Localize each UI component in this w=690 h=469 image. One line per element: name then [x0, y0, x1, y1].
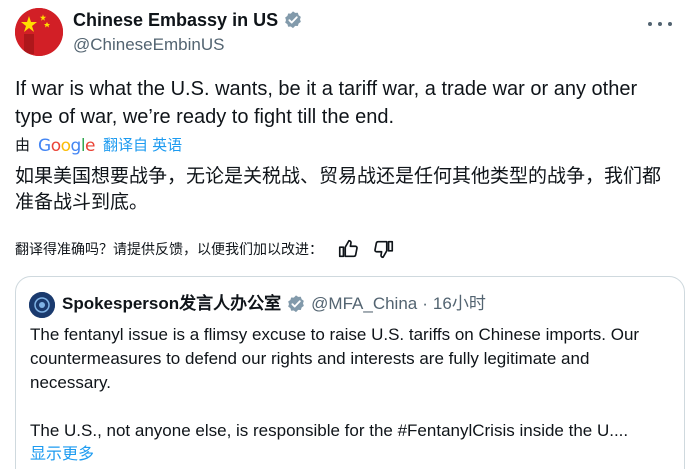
author-avatar[interactable]	[15, 8, 63, 56]
quoted-text: The fentanyl issue is a flimsy excuse to…	[30, 323, 675, 443]
mfa-emblem-icon	[29, 292, 55, 318]
more-options-icon[interactable]	[648, 14, 672, 34]
show-more-link[interactable]: 显示更多	[30, 444, 94, 466]
tweet-text-english: If war is what the U.S. wants, be it a t…	[15, 78, 638, 128]
quoted-handle: @MFA_China	[311, 294, 418, 313]
quoted-author-avatar[interactable]	[29, 292, 55, 318]
translation-feedback: 翻译得准确吗？请提供反馈，以便我们加以改进：	[15, 238, 395, 260]
quoted-paragraph-1: The fentanyl issue is a flimsy excuse to…	[30, 325, 640, 392]
quoted-display-name: Spokesperson发言人办公室	[62, 294, 282, 313]
google-logo: Google	[38, 136, 96, 156]
feedback-prompt: 翻译得准确吗？请提供反馈，以便我们加以改进：	[15, 241, 323, 257]
author-display-name[interactable]: Chinese Embassy in US	[73, 9, 278, 31]
china-flag-avatar-icon	[15, 8, 63, 56]
quoted-header: Spokesperson发言人办公室 @MFA_China · 16小时	[62, 293, 486, 315]
quoted-timestamp: 16小时	[432, 294, 486, 313]
tweet-text-translated: 如果美国想要战争，无论是关税战、贸易战还是任何其他类型的战争，我们都准备战斗到底…	[15, 166, 662, 213]
quoted-tweet[interactable]: Spokesperson发言人办公室 @MFA_China · 16小时 The…	[15, 276, 685, 469]
quoted-paragraph-2: The U.S., not anyone else, is responsibl…	[30, 421, 629, 440]
quoted-verified-badge-icon	[288, 295, 304, 313]
verified-badge-icon[interactable]	[283, 10, 303, 30]
author-handle[interactable]: @ChineseEmbinUS	[73, 35, 224, 55]
thumbs-down-icon[interactable]	[373, 238, 395, 260]
thumbs-up-icon[interactable]	[337, 238, 359, 260]
translated-from-link[interactable]: 翻译自 英语	[103, 136, 182, 156]
translated-prefix: 由	[15, 137, 31, 154]
author-name-row: Chinese Embassy in US	[73, 9, 303, 31]
quoted-separator-dot: ·	[422, 294, 428, 313]
translation-attribution: 由 Google 翻译自 英语	[15, 136, 182, 156]
tweet: Chinese Embassy in US @ChineseEmbinUS If…	[0, 0, 690, 469]
